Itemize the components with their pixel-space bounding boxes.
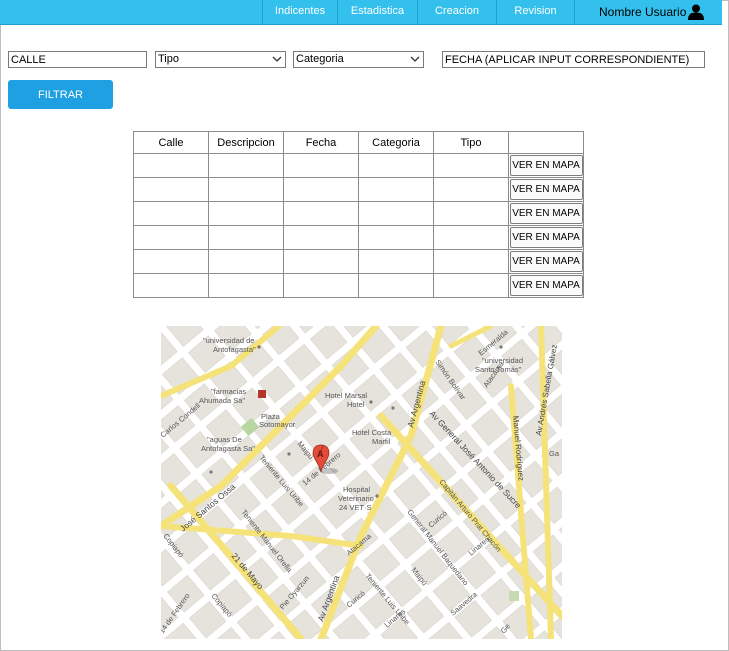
ver-en-mapa-button[interactable]: VER EN MAPA (509, 179, 583, 200)
map-label: Sotomayor (259, 420, 296, 429)
marker-letter: A (317, 449, 324, 459)
user-name: Nombre Usuario (599, 5, 687, 19)
ver-en-mapa-button[interactable]: VER EN MAPA (509, 155, 583, 176)
table-cell: VER EN MAPA (508, 273, 584, 298)
table-cell: VER EN MAPA (508, 201, 584, 226)
nav-item-incidentes[interactable]: Indicentes (262, 0, 337, 24)
map-label: Hotel (347, 400, 365, 409)
map-label: "universidad de (203, 336, 254, 345)
map-label: Marfil (372, 437, 391, 446)
map-label: Antofagasta" (213, 345, 256, 354)
filtrar-button[interactable]: FILTRAR (8, 80, 113, 109)
table-cell (208, 249, 284, 274)
map-label: Hospital (343, 485, 370, 494)
tipo-select-value: Tipo (158, 53, 179, 65)
map-label: Hotel Marsal (325, 391, 367, 400)
table-cell: VER EN MAPA (508, 153, 584, 178)
ver-en-mapa-button[interactable]: VER EN MAPA (509, 251, 583, 272)
map-label: Veterinario (338, 494, 374, 503)
table-cell (358, 225, 434, 250)
table-header-row: Calle Descripcion Fecha Categoria Tipo (133, 131, 584, 154)
table-row: VER EN MAPA (133, 249, 584, 274)
map-park (509, 591, 519, 601)
table-cell (283, 177, 359, 202)
map-label: "farmacias (211, 387, 246, 396)
categoria-select-value: Categoria (296, 53, 344, 65)
user-icon (688, 4, 704, 20)
table-cell (358, 249, 434, 274)
table-row: VER EN MAPA (133, 273, 584, 298)
map-label: Hotel Costa (352, 428, 392, 437)
map-label: "aguas De (207, 435, 242, 444)
table-cell (208, 177, 284, 202)
table-cell (133, 273, 209, 298)
table-cell (133, 153, 209, 178)
column-header-calle: Calle (133, 131, 209, 154)
column-header-fecha: Fecha (283, 131, 359, 154)
table-cell (133, 201, 209, 226)
table-cell (133, 177, 209, 202)
nav-item-creacion-sector[interactable]: Creacion Sector (417, 0, 496, 39)
map-label: 24 VET·S (339, 503, 372, 512)
column-header-categoria: Categoria (358, 131, 434, 154)
map-label: Ga (549, 449, 560, 458)
chevron-down-icon (272, 56, 282, 62)
table-cell: VER EN MAPA (508, 225, 584, 250)
nav-item-revision-sector[interactable]: Revision Sector (496, 0, 574, 39)
table-cell: VER EN MAPA (508, 177, 584, 202)
map-canvas: "universidad de Antofagasta" "farmacias … (161, 326, 562, 639)
column-header-tipo: Tipo (433, 131, 509, 154)
map-label: Ahumada Sa" (199, 396, 245, 405)
tipo-select[interactable]: Tipo (155, 51, 286, 68)
table-cell (133, 225, 209, 250)
map-view[interactable]: "universidad de Antofagasta" "farmacias … (161, 326, 562, 639)
table-cell (433, 225, 509, 250)
table-row: VER EN MAPA (133, 201, 584, 226)
chevron-down-icon (410, 56, 420, 62)
table-cell (283, 273, 359, 298)
table-cell (433, 273, 509, 298)
calle-input[interactable] (8, 51, 147, 68)
table-cell (208, 153, 284, 178)
pharmacy-icon (258, 390, 266, 398)
top-nav-bar: Indicentes Estadistica Creacion Sector R… (0, 0, 722, 39)
table-cell (283, 201, 359, 226)
ver-en-mapa-button[interactable]: VER EN MAPA (509, 227, 583, 248)
table-cell (433, 249, 509, 274)
ver-en-mapa-button[interactable]: VER EN MAPA (509, 203, 583, 224)
table-cell (433, 201, 509, 226)
table-cell (208, 225, 284, 250)
table-cell (358, 273, 434, 298)
ver-en-mapa-button[interactable]: VER EN MAPA (509, 275, 583, 296)
table-row: VER EN MAPA (133, 177, 584, 202)
column-header-descripcion: Descripcion (208, 131, 284, 154)
table-cell (133, 249, 209, 274)
nav-item-estadistica[interactable]: Estadistica (337, 0, 417, 24)
table-cell (208, 201, 284, 226)
column-header-actions (508, 131, 584, 154)
table-row: VER EN MAPA (133, 153, 584, 178)
table-cell (358, 153, 434, 178)
table-cell (358, 177, 434, 202)
table-cell: VER EN MAPA (508, 249, 584, 274)
table-cell (358, 201, 434, 226)
table-cell (283, 225, 359, 250)
user-menu[interactable]: Nombre Usuario (574, 0, 722, 24)
categoria-select[interactable]: Categoria (293, 51, 424, 68)
results-table: Calle Descripcion Fecha Categoria Tipo V… (133, 131, 584, 298)
table-cell (283, 249, 359, 274)
map-label: Antofagasta Sa" (201, 444, 255, 453)
table-cell (433, 177, 509, 202)
table-row: VER EN MAPA (133, 225, 584, 250)
table-cell (433, 153, 509, 178)
table-cell (208, 273, 284, 298)
fecha-input[interactable] (442, 51, 705, 68)
table-cell (283, 153, 359, 178)
